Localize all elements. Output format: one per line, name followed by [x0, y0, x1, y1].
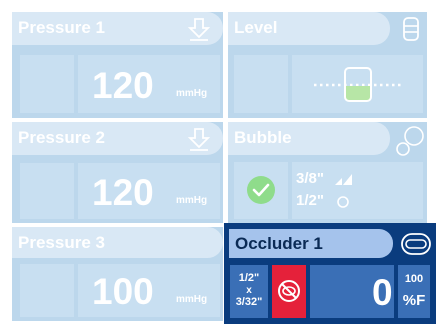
pressure-3-unit: mmHg — [176, 294, 208, 305]
pressure-3-panel[interactable]: Pressure 3 100 mmHg — [12, 227, 223, 321]
pressure-2-unit: mmHg — [176, 195, 208, 206]
level-panel[interactable]: Level — [228, 12, 427, 118]
occluder-limit-unit: %F — [402, 292, 426, 309]
occluder-limit-value: 100 — [404, 273, 424, 285]
level-title: Level — [234, 18, 278, 37]
down-arrow-icon — [187, 128, 211, 151]
occluder-tube-mid: x — [246, 285, 252, 296]
bubble-panel[interactable]: Bubble 3/8" 1/2" — [228, 122, 427, 223]
down-arrow-icon — [187, 18, 211, 41]
occluder-tube-box: 1/2" x 3/32" — [230, 265, 268, 318]
bubble-size-top: 3/8" — [296, 170, 324, 187]
occlusion-alert-icon — [278, 280, 300, 302]
occluder-alarm-box[interactable] — [272, 265, 306, 318]
pressure-2-title: Pressure 2 — [18, 128, 105, 147]
pressure-1-title: Pressure 1 — [18, 18, 105, 37]
pressure-3-title: Pressure 3 — [18, 233, 105, 252]
occluder-1-panel[interactable]: Occluder 1 1/2" x 3/32" 0 100 %F — [224, 223, 436, 324]
occluder-value: 0 — [372, 272, 393, 313]
pressure-2-value: 120 — [92, 172, 154, 213]
pressure-1-panel[interactable]: Pressure 1 120 mmHg — [12, 12, 223, 118]
pressure-3-value-box: 100 mmHg — [78, 264, 220, 317]
level-indicator-box — [292, 55, 423, 113]
pressure-1-value: 120 — [92, 65, 154, 106]
bubble-status-box — [234, 162, 288, 219]
occluder-limit-box: 100 %F — [398, 265, 430, 318]
check-icon — [247, 176, 275, 204]
occluder-tube-bottom: 3/32" — [235, 296, 263, 308]
pressure-1-aux-box — [20, 55, 74, 113]
level-indicator-icon — [314, 67, 404, 102]
pressure-2-aux-box — [20, 163, 74, 219]
bubble-size-large-icon — [335, 174, 352, 185]
pressure-1-value-box: 120 mmHg — [78, 55, 220, 113]
bubbles-icon — [396, 126, 424, 156]
level-container-icon — [403, 17, 419, 41]
pressure-3-aux-box — [20, 264, 74, 317]
occluder-1-title: Occluder 1 — [235, 234, 323, 253]
pressure-3-value: 100 — [92, 271, 154, 312]
occluder-icon — [401, 233, 431, 255]
bubble-size-bottom: 1/2" — [296, 192, 324, 209]
occluder-tube-top: 1/2" — [238, 272, 260, 284]
pressure-2-panel[interactable]: Pressure 2 120 mmHg — [12, 122, 223, 223]
bubble-size-box: 3/8" 1/2" — [292, 162, 423, 219]
pressure-1-unit: mmHg — [176, 88, 208, 99]
bubble-title: Bubble — [234, 128, 292, 147]
level-aux-box — [234, 55, 288, 113]
bubble-size-small-icon — [337, 196, 349, 208]
pressure-2-value-box: 120 mmHg — [78, 163, 220, 219]
occluder-value-box: 0 — [310, 265, 394, 318]
